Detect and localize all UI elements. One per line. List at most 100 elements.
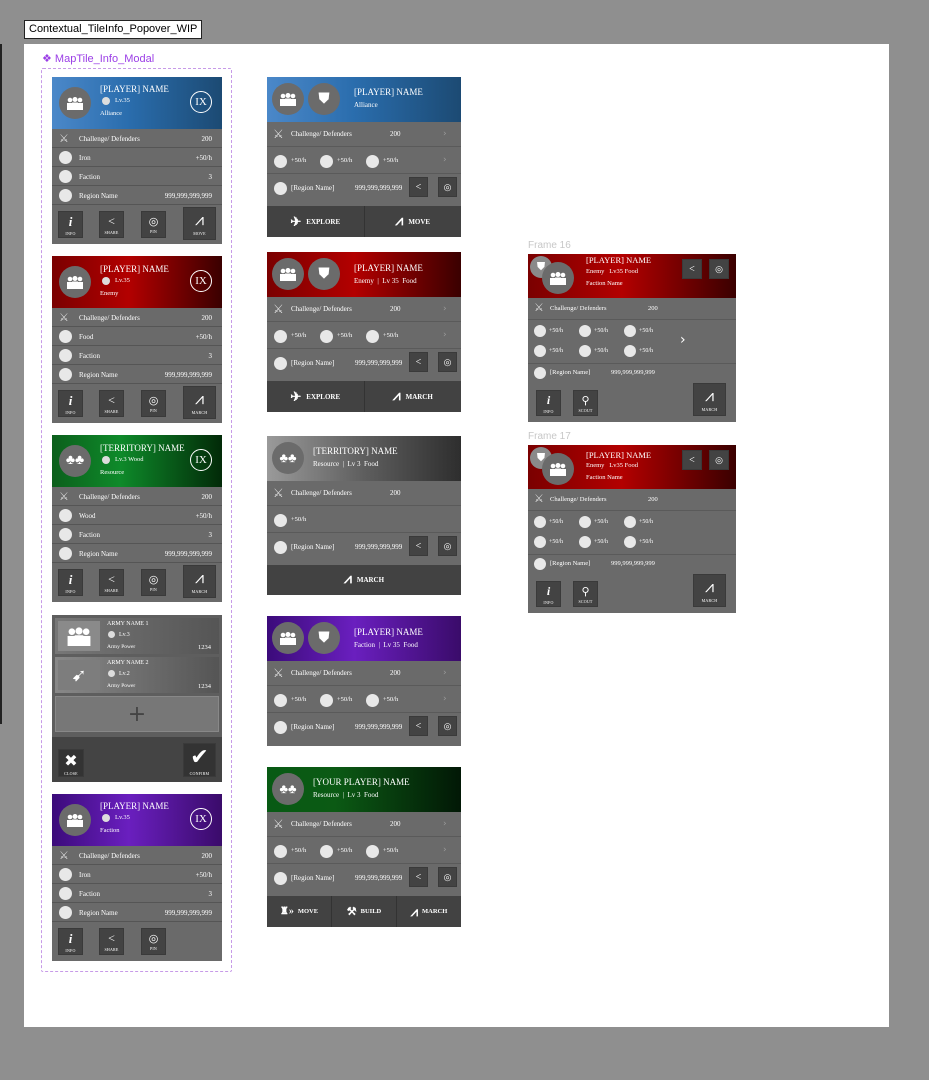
info-button[interactable]: i INFO: [536, 581, 561, 607]
defenders-row[interactable]: ⚔ Challenge/ Defenders 200 ›: [267, 812, 461, 837]
pin-button[interactable]: ◎ PIN: [141, 928, 166, 955]
resources-row[interactable]: +50/h +50/h +50/h ›: [267, 838, 461, 864]
resources-row: +50/h: [267, 507, 461, 533]
button-label: INFO: [543, 408, 554, 414]
march-button[interactable]: ⩘ MARCH: [397, 896, 461, 927]
resource-rate: +50/h: [639, 348, 654, 354]
march-icon: ⩘: [410, 903, 419, 919]
defenders-row[interactable]: ⚔ Challenge/ Defenders 200: [528, 491, 736, 511]
share-button[interactable]: <: [409, 177, 428, 197]
share-button[interactable]: <: [409, 352, 428, 372]
pin-button[interactable]: ◎: [438, 536, 457, 556]
share-button[interactable]: < SHARE: [99, 211, 124, 238]
shield-icon: [59, 887, 72, 900]
swords-icon: ⚔: [273, 486, 284, 500]
pin-icon: ◎: [443, 720, 452, 731]
player-subtitle: Alliance: [354, 101, 378, 109]
info-button[interactable]: i INFO: [58, 569, 83, 596]
share-button[interactable]: <: [682, 259, 702, 279]
explore-button[interactable]: ✈ EXPLORE: [267, 206, 365, 237]
row-value: 999,999,999,999: [164, 192, 212, 200]
army-item[interactable]: ➹ ARMY NAME 2 Lv.2 Army Power 1234: [55, 657, 219, 693]
defenders-row[interactable]: ⚔ Challenge/ Defenders 200: [267, 481, 461, 506]
row-label: Challenge/ Defenders: [550, 496, 607, 503]
info-button[interactable]: i INFO: [536, 390, 561, 416]
region-icon: [274, 541, 287, 554]
march-button[interactable]: ⩘ MARCH: [267, 565, 461, 595]
pin-icon: ◎: [148, 216, 159, 228]
button-label: SCOUT: [578, 407, 593, 413]
pin-button[interactable]: ◎ PIN: [141, 390, 166, 417]
info-button[interactable]: i INFO: [58, 211, 83, 238]
resources-row[interactable]: +50/h +50/h +50/h ›: [267, 148, 461, 174]
button-label: PIN: [149, 587, 158, 592]
popover-card-faction: ⛊ [PLAYER] NAME Faction | Lv 35 Food ⚔ C…: [267, 616, 461, 746]
popover-card-own-territory: ♣♣ [YOUR PLAYER] NAME Resource | Lv 3 Fo…: [267, 767, 461, 927]
resources-grid[interactable]: +50/h +50/h +50/h +50/h +50/h +50/h ›: [528, 321, 736, 361]
pin-button[interactable]: ◎: [438, 352, 457, 372]
pin-button[interactable]: ◎ PIN: [141, 211, 166, 238]
defenders-row[interactable]: ⚔ Challenge/ Defenders 200 ›: [267, 661, 461, 686]
level-badge-icon: [102, 456, 110, 464]
scout-button[interactable]: ⚲ SCOUT: [573, 581, 598, 607]
territory-name: [TERRITORY] NAME: [313, 446, 398, 456]
info-icon: i: [546, 583, 551, 598]
march-button[interactable]: ⩘ MARCH: [693, 383, 726, 416]
share-button[interactable]: < SHARE: [99, 569, 124, 596]
move-button[interactable]: ⩘ MOVE: [365, 206, 462, 237]
share-button[interactable]: <: [682, 450, 702, 470]
share-icon: <: [108, 931, 115, 945]
defenders-row[interactable]: ⚔ Challenge/ Defenders 200 ›: [267, 122, 461, 147]
popover-card-enemy-compact: ⛊ [PLAYER] NAME Enemy Lv35 Food Faction …: [528, 254, 736, 422]
scout-button[interactable]: ⚲ SCOUT: [573, 390, 598, 416]
iron-icon: [320, 155, 333, 168]
defenders-row[interactable]: ⚔ Challenge/ Defenders 200: [528, 300, 736, 320]
share-button[interactable]: <: [409, 867, 428, 887]
info-icon: i: [68, 213, 73, 229]
resources-row[interactable]: +50/h +50/h +50/h ›: [267, 323, 461, 349]
pin-button[interactable]: ◎: [709, 259, 729, 279]
chevron-right-icon[interactable]: ›: [680, 333, 686, 347]
relation-label: Enemy: [100, 290, 119, 297]
move-button[interactable]: ⩘ MOVE: [183, 207, 216, 240]
pin-button[interactable]: ◎: [438, 177, 457, 197]
army-item[interactable]: ARMY NAME 1 Lv.3 Army Power 1234: [55, 618, 219, 654]
swords-icon: ⚔: [59, 133, 69, 145]
wood-icon: [366, 694, 379, 707]
pin-button[interactable]: ◎: [438, 867, 457, 887]
build-button[interactable]: ⚒ BUILD: [332, 896, 397, 927]
button-label: BUILD: [360, 908, 382, 915]
march-button[interactable]: ⩘ MARCH: [365, 381, 462, 412]
resources-grid[interactable]: +50/h +50/h +50/h +50/h +50/h +50/h: [528, 512, 736, 552]
share-button[interactable]: < SHARE: [99, 390, 124, 417]
march-button[interactable]: ⩘ MARCH: [183, 386, 216, 419]
march-button[interactable]: ⩘ MARCH: [693, 574, 726, 607]
share-button[interactable]: < SHARE: [99, 928, 124, 955]
resources-row[interactable]: +50/h +50/h +50/h ›: [267, 687, 461, 713]
resource-rate: +50/h: [639, 539, 654, 545]
swords-icon: ⚔: [273, 666, 284, 680]
share-icon: <: [415, 540, 422, 552]
info-button[interactable]: i INFO: [58, 928, 83, 955]
defenders-row[interactable]: ⚔ Challenge/ Defenders 200 ›: [267, 297, 461, 322]
move-button[interactable]: ♜» MOVE: [267, 896, 332, 927]
add-army-button[interactable]: +: [55, 696, 219, 732]
confirm-button[interactable]: ✔ CONFIRM: [183, 743, 216, 777]
forest-icon: ♣♣: [59, 445, 91, 477]
share-button[interactable]: <: [409, 716, 428, 736]
relation-label: Alliance: [100, 110, 123, 117]
share-button[interactable]: <: [409, 536, 428, 556]
pin-button[interactable]: ◎ PIN: [141, 569, 166, 596]
info-button[interactable]: i INFO: [58, 390, 83, 417]
player-subtitle: Enemy Lv35 Food: [586, 268, 638, 275]
army-avatar-icon: [59, 266, 91, 298]
march-button[interactable]: ⩘ MARCH: [183, 565, 216, 598]
component-label[interactable]: ❖ MapTile_Info_Modal: [42, 52, 154, 66]
pin-button[interactable]: ◎: [438, 716, 457, 736]
explore-button[interactable]: ✈ EXPLORE: [267, 381, 365, 412]
level-badge-icon: [102, 97, 110, 105]
explore-icon: ✈: [290, 213, 302, 229]
close-button[interactable]: ✖ CLOSE: [58, 749, 84, 777]
pin-button[interactable]: ◎: [709, 450, 729, 470]
button-label: SHARE: [104, 230, 119, 235]
